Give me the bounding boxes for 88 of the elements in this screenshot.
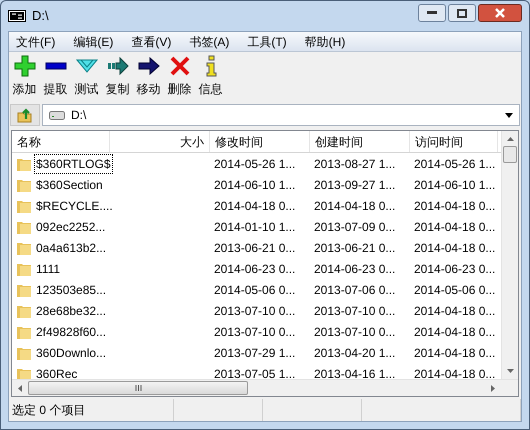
minimize-icon <box>427 11 437 15</box>
menu-item[interactable]: 编辑(E) <box>66 32 120 52</box>
table-cell-text: 2013-07-09 0... <box>314 218 396 236</box>
scrollbar-thumb[interactable] <box>503 146 517 163</box>
plus-icon <box>14 55 36 77</box>
folder-up-arrow-icon <box>17 107 33 123</box>
table-cell-text: 2014-06-23 0... <box>414 260 496 278</box>
menu-item[interactable]: 查看(V) <box>124 32 178 52</box>
table-cell-text: 2014-06-10 1... <box>414 176 496 194</box>
table-cell-text: 2013-07-29 1... <box>214 344 296 362</box>
table-cell-text: 2013-07-05 1... <box>214 366 296 379</box>
table-cell-text: 2013-04-20 1... <box>314 344 396 362</box>
scroll-left-arrow-icon <box>18 384 22 392</box>
window-title: D:\ <box>32 7 49 26</box>
menu-item[interactable]: 帮助(H) <box>298 32 352 52</box>
dropdown-caret-icon <box>505 112 513 118</box>
arrow-icon <box>138 55 160 77</box>
scroll-right-arrow-icon <box>491 384 495 392</box>
table-cell-text: 2014-05-06 0... <box>214 282 296 298</box>
column-header[interactable]: 名称 <box>12 131 110 152</box>
address-field[interactable]: D:\ <box>42 104 520 126</box>
status-text: 选定 0 个项目 <box>12 402 86 419</box>
menu-item[interactable]: 书签(A) <box>182 32 236 52</box>
table-cell-text: 2014-04-18 0... <box>414 218 496 236</box>
column-header[interactable]: 创建时间 <box>310 131 410 152</box>
table-cell-text: 2014-04-18 0... <box>414 324 496 340</box>
file-name[interactable]: 123503e85... <box>35 280 108 298</box>
file-name[interactable]: 092ec2252... <box>35 218 106 236</box>
scroll-down-arrow-icon <box>506 369 514 373</box>
vertical-scrollbar[interactable] <box>501 131 518 379</box>
toolbar-button[interactable]: 复制 <box>103 55 132 98</box>
column-header[interactable]: 修改时间 <box>210 131 310 152</box>
table-cell-text: 2013-07-10 0... <box>314 324 396 340</box>
table-cell-text: 2013-07-10 0... <box>214 324 296 340</box>
table-cell-text: 2014-04-18 0... <box>414 198 496 214</box>
file-name[interactable]: $360RTLOG$ <box>35 154 112 172</box>
table-cell-text: 2013-09-27 1... <box>314 176 396 194</box>
dotted-arrow-icon <box>106 55 128 77</box>
table-cell-text: 2014-04-18 0... <box>314 198 396 214</box>
table-cell-text: 2014-04-18 0... <box>414 366 496 379</box>
table-cell-text: 2014-06-10 1... <box>214 176 296 194</box>
file-name[interactable]: 360Downlo... <box>35 344 108 362</box>
table-cell-text: 2013-04-16 1... <box>314 366 396 379</box>
menu-item[interactable]: 文件(F) <box>9 32 62 52</box>
toolbar-button[interactable]: 移动 <box>134 55 163 98</box>
table-cell-text: 2013-07-06 0... <box>314 282 396 298</box>
table-cell-text: 2014-05-06 0... <box>414 282 496 298</box>
scroll-up-arrow-icon <box>506 137 514 141</box>
horizontal-scrollbar[interactable] <box>12 379 518 396</box>
file-name[interactable]: 28e68be32... <box>35 302 108 320</box>
toolbar-button[interactable]: 提取 <box>41 55 70 98</box>
toolbar-button[interactable]: 删除 <box>165 55 194 98</box>
table-cell-text: 2014-06-23 0... <box>214 260 296 278</box>
table-cell-text: 2013-07-10 0... <box>214 302 296 320</box>
toolbar-button[interactable]: 测试 <box>72 55 101 98</box>
menu-item[interactable]: 工具(T) <box>240 32 294 52</box>
toolbar-button[interactable]: 添加 <box>10 55 39 98</box>
scrollbar-thumb[interactable] <box>28 381 248 395</box>
table-cell-text: 2013-08-27 1... <box>314 156 396 172</box>
table-cell-text: 2014-04-18 0... <box>214 198 296 214</box>
maximize-button[interactable] <box>448 4 476 22</box>
column-header[interactable]: 大小 <box>110 131 210 152</box>
table-cell-text: 2014-04-18 0... <box>414 302 496 320</box>
file-name[interactable]: $360Section <box>35 176 104 194</box>
minimize-button[interactable] <box>418 4 446 22</box>
file-name[interactable]: 2f49828f60... <box>35 322 108 340</box>
file-name[interactable]: $RECYCLE.... <box>35 196 114 214</box>
table-cell-text: 2014-04-18 0... <box>414 240 496 256</box>
table-cell-text: 2013-06-21 0... <box>214 240 296 256</box>
delete-icon <box>168 55 190 77</box>
table-cell-text: 2014-06-23 0... <box>314 260 396 278</box>
file-name[interactable]: 360Rec <box>35 364 78 379</box>
close-icon <box>494 8 506 18</box>
table-cell-text: 2013-06-21 0... <box>314 240 396 256</box>
table-cell-text: 2014-01-10 1... <box>214 218 296 236</box>
up-folder-button[interactable] <box>10 104 40 126</box>
table-cell-text: 2014-05-26 1... <box>414 156 496 172</box>
app-logo-icon <box>8 10 26 22</box>
maximize-icon <box>457 8 467 18</box>
toolbar-button[interactable]: 信息 <box>196 55 225 98</box>
column-header[interactable]: 访问时间 <box>410 131 498 152</box>
file-name[interactable]: 0a4a613b2... <box>35 238 108 256</box>
file-name[interactable]: 1111 <box>35 260 62 278</box>
table-cell-text: 2014-04-18 0... <box>414 344 496 362</box>
drive-icon <box>49 110 65 120</box>
table-cell-text: 2013-07-10 0... <box>314 302 396 320</box>
close-button[interactable] <box>478 4 522 22</box>
table-cell-text: 2014-05-26 1... <box>214 156 296 172</box>
